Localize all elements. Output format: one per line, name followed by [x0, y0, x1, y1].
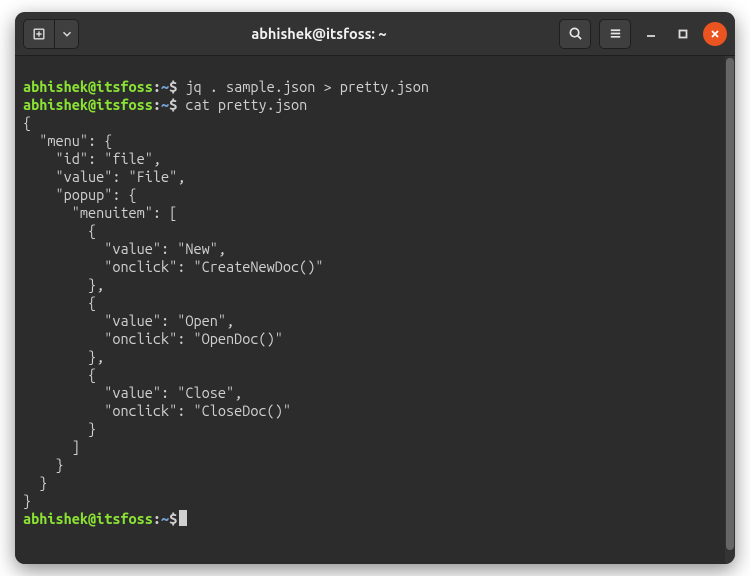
- titlebar-left-group: [23, 19, 79, 49]
- search-button[interactable]: [559, 19, 591, 49]
- output-line: {: [23, 114, 31, 131]
- minimize-icon: [646, 29, 656, 39]
- close-button[interactable]: [703, 22, 727, 46]
- output-line: "id": "file",: [23, 150, 161, 167]
- output-line: "menu": {: [23, 132, 112, 149]
- output-line: "onclick": "CreateNewDoc()": [23, 258, 323, 275]
- terminal-body[interactable]: abhishek@itsfoss:~$ jq . sample.json > p…: [15, 56, 735, 564]
- prompt-path: ~: [161, 510, 169, 527]
- menu-button[interactable]: [599, 19, 631, 49]
- output-line: },: [23, 348, 104, 365]
- new-tab-dropdown-button[interactable]: [55, 19, 79, 49]
- output-line: "value": "File",: [23, 168, 185, 185]
- scrollbar-thumb[interactable]: [726, 58, 734, 550]
- prompt-line-1: abhishek@itsfoss:~$ jq . sample.json > p…: [23, 78, 429, 95]
- maximize-button[interactable]: [671, 22, 695, 46]
- output-line: }: [23, 420, 96, 437]
- prompt-symbol: $: [169, 96, 177, 113]
- output-line: ]: [23, 438, 80, 455]
- prompt-user: abhishek@itsfoss: [23, 96, 153, 113]
- command-text: cat pretty.json: [185, 96, 307, 113]
- maximize-icon: [678, 29, 688, 39]
- output-line: {: [23, 366, 96, 383]
- hamburger-icon: [608, 26, 623, 41]
- search-icon: [568, 26, 583, 41]
- prompt-colon: :: [153, 78, 161, 95]
- prompt-colon: :: [153, 96, 161, 113]
- output-line: }: [23, 492, 31, 509]
- chevron-down-icon: [60, 27, 74, 41]
- close-icon: [710, 29, 720, 39]
- window-title: abhishek@itsfoss: ~: [87, 25, 551, 42]
- command-text: jq . sample.json > pretty.json: [185, 78, 429, 95]
- output-line: "onclick": "CloseDoc()": [23, 402, 291, 419]
- prompt-colon: :: [153, 510, 161, 527]
- terminal-content[interactable]: abhishek@itsfoss:~$ jq . sample.json > p…: [15, 56, 725, 564]
- output-line: "value": "Open",: [23, 312, 234, 329]
- prompt-path: ~: [161, 78, 169, 95]
- output-line: "popup": {: [23, 186, 137, 203]
- output-line: }: [23, 474, 47, 491]
- prompt-symbol: $: [169, 78, 177, 95]
- output-line: {: [23, 222, 96, 239]
- prompt-user: abhishek@itsfoss: [23, 78, 153, 95]
- output-line: "menuitem": [: [23, 204, 177, 221]
- prompt-path: ~: [161, 96, 169, 113]
- prompt-user: abhishek@itsfoss: [23, 510, 153, 527]
- scrollbar[interactable]: [725, 56, 735, 564]
- prompt-line-3: abhishek@itsfoss:~$: [23, 510, 187, 527]
- cursor: [179, 510, 187, 526]
- prompt-line-2: abhishek@itsfoss:~$ cat pretty.json: [23, 96, 307, 113]
- title-bar: abhishek@itsfoss: ~: [15, 12, 735, 56]
- new-tab-button[interactable]: [23, 19, 55, 49]
- titlebar-right-group: [559, 19, 727, 49]
- terminal-window: abhishek@itsfoss: ~ abhishek@itsfoss:~$ …: [15, 12, 735, 564]
- output-line: "value": "New",: [23, 240, 226, 257]
- prompt-symbol: $: [169, 510, 177, 527]
- minimize-button[interactable]: [639, 22, 663, 46]
- output-line: }: [23, 456, 64, 473]
- output-line: },: [23, 276, 104, 293]
- output-line: "onclick": "OpenDoc()": [23, 330, 283, 347]
- new-tab-icon: [32, 27, 46, 41]
- output-line: {: [23, 294, 96, 311]
- output-line: "value": "Close",: [23, 384, 242, 401]
